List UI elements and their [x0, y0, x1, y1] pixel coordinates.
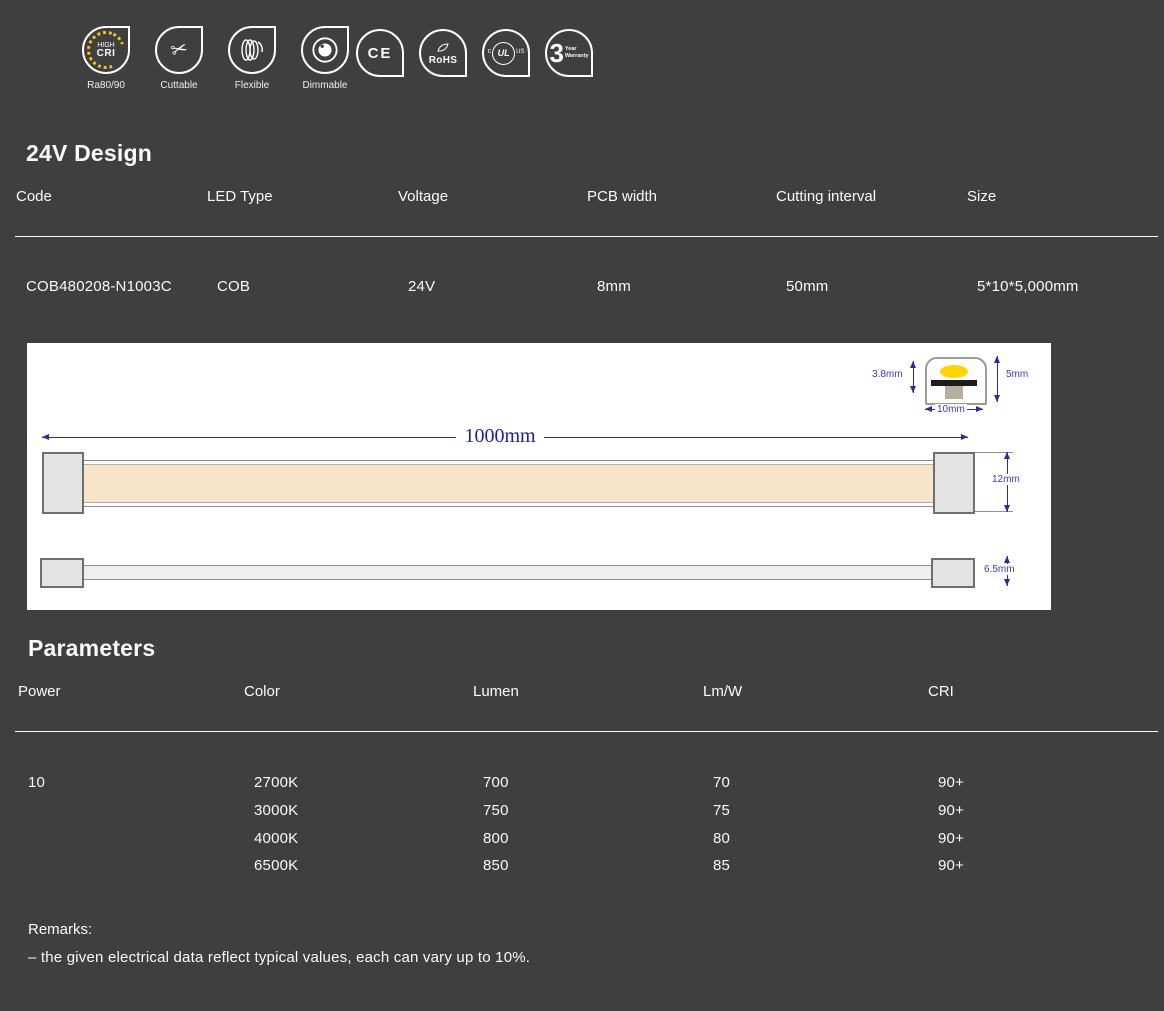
dim-line-3-8mm [910, 361, 916, 393]
value-lumen: 750 [483, 802, 509, 820]
warranty-year: Year [564, 46, 577, 53]
ul-us-label: US [516, 48, 525, 55]
col-voltage: Voltage [398, 188, 449, 205]
table-row: 10 2700K 700 70 90+ [18, 769, 1158, 797]
col-lumen: Lumen [473, 683, 519, 700]
dim-label-10mm: 10mm [935, 404, 967, 415]
design-table-row: COB480208-N1003C COB 24V 8mm 50mm 5*10*5… [16, 278, 1156, 295]
col-color: Color [244, 683, 280, 700]
cri-line2: CRI [96, 47, 116, 59]
strip-side-body [44, 565, 973, 580]
design-table-divider [15, 236, 1158, 237]
parameters-table-body: 10 2700K 700 70 90+ 3000K 750 75 90+ 400… [18, 769, 1158, 880]
value-size: 5*10*5,000mm [977, 278, 1079, 295]
strip-front-body [44, 460, 973, 507]
table-row: 3000K 750 75 90+ [18, 797, 1158, 825]
dimmer-knob-icon [301, 26, 349, 74]
badge-label-cuttable: Cuttable [160, 80, 198, 91]
dim-line-5mm [994, 356, 1000, 402]
value-lumen: 850 [483, 857, 509, 875]
dim-label-3-8mm: 3.8mm [870, 369, 905, 380]
col-pcb-width: PCB width [587, 188, 658, 205]
value-cutting-interval: 50mm [786, 278, 829, 295]
table-row: 6500K 850 85 90+ [18, 852, 1158, 880]
value-cri: 90+ [938, 774, 965, 792]
value-led-type: COB [217, 278, 251, 295]
dim-label-12mm: 12mm [990, 474, 1022, 485]
col-size: Size [967, 188, 997, 205]
dim-label-6-5mm: 6.5mm [982, 564, 1017, 575]
dim-label-1000mm: 1000mm [456, 425, 544, 447]
ce-label: CE [367, 44, 393, 62]
table-row: 4000K 800 80 90+ [18, 824, 1158, 852]
col-lmw: Lm/W [703, 683, 743, 700]
feature-badges-row: HIGH CRI Ra80/90 ✂ Cuttable Flexible Dim… [76, 24, 355, 91]
rohs-badge: RoHS [419, 29, 467, 77]
value-color: 3000K [254, 802, 299, 820]
ce-badge: CE [356, 29, 404, 77]
parameters-table-divider [15, 731, 1158, 732]
badge-dimmable: Dimmable [295, 26, 355, 91]
value-pcb-width: 8mm [597, 278, 631, 295]
remarks-line: – the given electrical data reflect typi… [28, 949, 531, 966]
value-cri: 90+ [938, 829, 965, 847]
col-led-type: LED Type [207, 188, 273, 205]
high-cri-icon: HIGH CRI [80, 24, 132, 76]
value-lmw: 70 [713, 774, 731, 792]
badge-label-ra: Ra80/90 [87, 80, 125, 91]
value-color: 2700K [254, 774, 299, 792]
badge-flexible: Flexible [222, 26, 282, 91]
leaf-icon [437, 43, 449, 52]
strip-front-endcap-left [42, 452, 84, 514]
design-table-header: Code LED Type Voltage PCB width Cutting … [16, 188, 1156, 205]
scissors-icon: ✂ [155, 26, 203, 74]
col-power: Power [18, 683, 61, 700]
dim-label-5mm: 5mm [1004, 369, 1031, 380]
cross-section-base [945, 386, 963, 399]
warranty-word: Warranty [564, 53, 589, 59]
strip-front-fill [45, 464, 972, 503]
value-color: 4000K [254, 829, 299, 847]
col-cutting-interval: Cutting interval [776, 188, 877, 205]
remarks-title: Remarks: [28, 921, 93, 938]
dimension-diagram: 3.8mm 5mm 10mm 1000mm 12mm 6.5mm [27, 343, 1051, 610]
value-lumen: 800 [483, 829, 509, 847]
col-cri: CRI [928, 683, 954, 700]
badge-cuttable: ✂ Cuttable [149, 26, 209, 91]
coil-icon [228, 26, 276, 74]
parameters-table-header: Power Color Lumen Lm/W CRI [18, 683, 1158, 700]
strip-side-endcap-right [931, 558, 975, 588]
value-lumen: 700 [483, 774, 509, 792]
warranty-badge: 3 Year Warranty [545, 29, 593, 77]
value-lmw: 75 [713, 802, 731, 820]
cross-section-tube [925, 357, 987, 405]
badge-high-cri: HIGH CRI Ra80/90 [76, 24, 136, 91]
value-cri: 90+ [938, 857, 965, 875]
strip-side-endcap-left [40, 558, 84, 588]
col-code: Code [16, 188, 52, 205]
rohs-label: RoHS [428, 55, 458, 66]
value-power: 10 [28, 774, 46, 792]
value-color: 6500K [254, 857, 299, 875]
value-lmw: 85 [713, 857, 731, 875]
strip-front-endcap-right [933, 452, 975, 514]
ul-badge: c UL US [482, 29, 530, 77]
cert-badges-row: CE RoHS c UL US 3 Year Warranty [356, 29, 593, 77]
ul-c-label: c [487, 47, 492, 55]
badge-label-dimmable: Dimmable [302, 80, 348, 91]
warranty-number: 3 [549, 38, 564, 68]
design-section-title: 24V Design [26, 140, 152, 166]
cross-section-led [940, 365, 968, 378]
value-code: COB480208-N1003C [26, 278, 172, 295]
ul-label: UL [492, 41, 516, 65]
value-lmw: 80 [713, 829, 731, 847]
value-cri: 90+ [938, 802, 965, 820]
badge-label-flexible: Flexible [234, 80, 270, 91]
value-voltage: 24V [408, 278, 436, 295]
parameters-section-title: Parameters [28, 635, 156, 661]
